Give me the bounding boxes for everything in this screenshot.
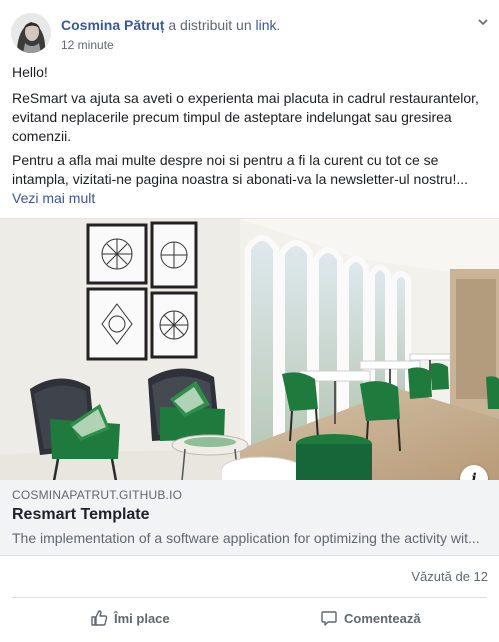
link-preview[interactable]: COSMINAPATRUT.GITHUB.IO Resmart Template…	[0, 480, 499, 556]
post-paragraph-description: ReSmart va ajuta sa aveti o experienta m…	[12, 90, 479, 144]
like-button[interactable]: Îmi place	[90, 604, 170, 632]
post-paragraph-cta: Pentru a afla mai multe despre noi si pe…	[12, 151, 488, 208]
seen-by-count[interactable]: Văzută de 12	[411, 569, 488, 584]
link-domain: COSMINAPATRUT.GITHUB.IO	[12, 488, 183, 502]
link-title: Resmart Template	[12, 506, 150, 523]
see-more-link[interactable]: Vezi mai mult	[12, 190, 95, 206]
comment-button[interactable]: Comentează	[320, 604, 421, 632]
thumbs-up-icon	[90, 609, 108, 627]
like-label: Îmi place	[114, 610, 170, 626]
link-preview-image[interactable]	[0, 218, 499, 480]
post-paragraph-greeting: Hello!	[12, 64, 48, 80]
shared-link-text[interactable]: link	[256, 17, 277, 33]
post-header: Cosmina Pătruț a distribuit un link.	[61, 17, 280, 33]
post-card: Cosmina Pătruț a distribuit un link. 12 …	[0, 0, 499, 642]
post-timestamp[interactable]: 12 minute	[61, 38, 114, 52]
post-paragraph-cta-text: Pentru a afla mai multe despre noi si pe…	[12, 152, 469, 187]
comment-label: Comentează	[344, 610, 421, 626]
chevron-down-icon[interactable]	[473, 14, 493, 34]
link-description: The implementation of a software applica…	[12, 530, 480, 546]
actions-divider	[12, 597, 487, 598]
action-text: a distribuit un	[164, 17, 256, 33]
action-text-end: .	[276, 17, 281, 33]
author-avatar[interactable]	[11, 13, 51, 53]
comment-bubble-icon	[320, 609, 338, 627]
author-name[interactable]: Cosmina Pătruț	[61, 17, 164, 33]
